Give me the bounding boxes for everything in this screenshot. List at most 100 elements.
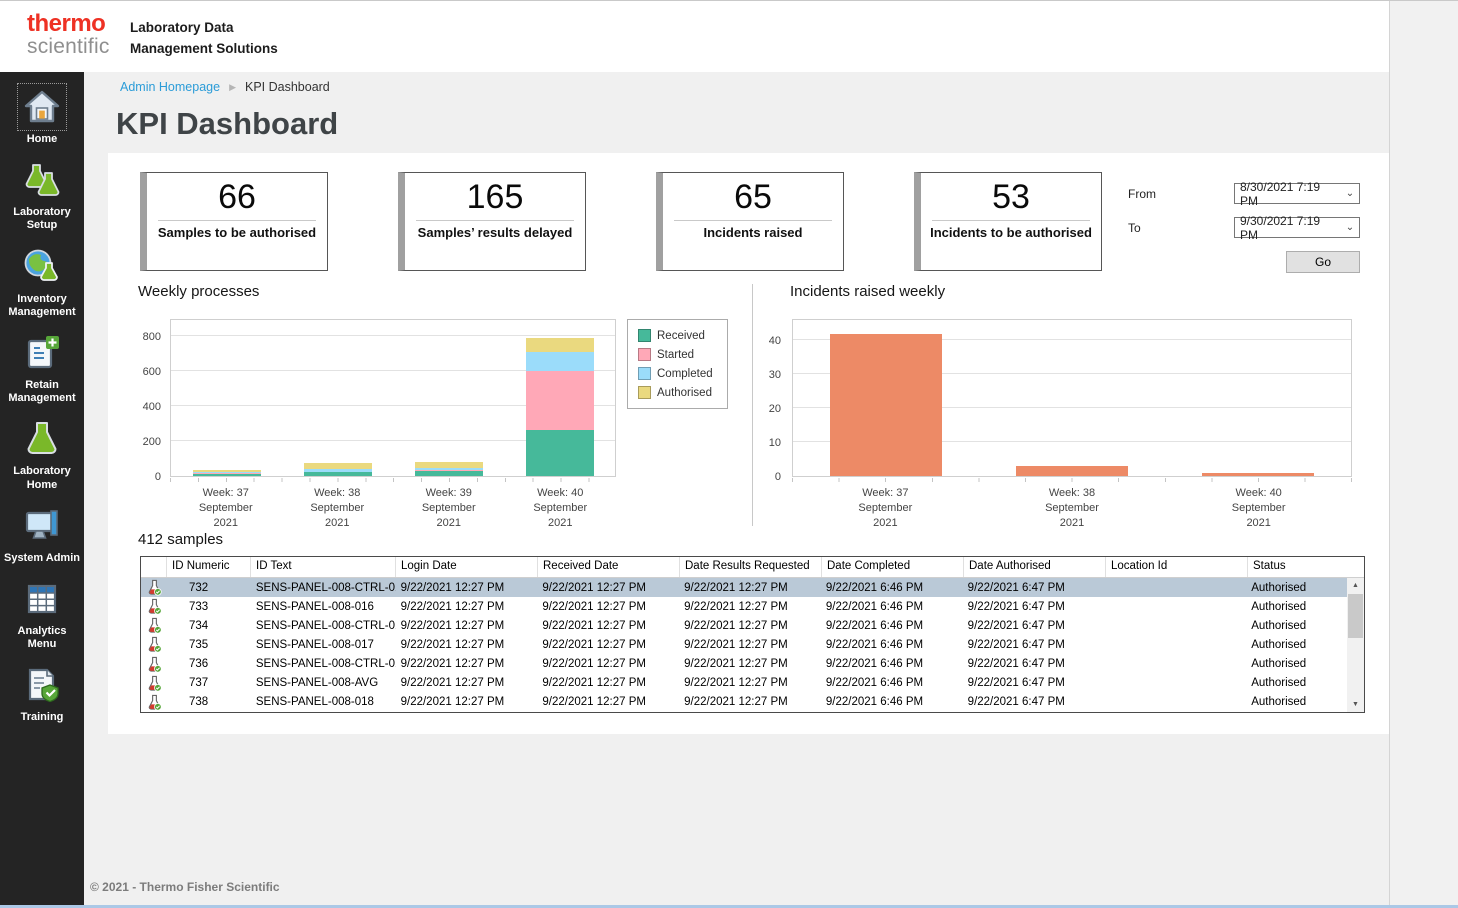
monitor-icon [22,506,62,546]
sidebar-item-laboratory-setup[interactable]: Laboratory Setup [0,158,84,232]
kpi-divider [674,220,832,221]
sample-flask-icon [147,579,162,596]
cell-date_results_requested: 9/22/2021 12:27 PM [679,639,821,651]
table-row[interactable]: 733SENS-PANEL-008-0169/22/2021 12:27 PM9… [141,597,1347,616]
cell-id_numeric: 736 [167,658,251,670]
cell-received_date: 9/22/2021 12:27 PM [537,620,679,632]
cell-date_authorised: 9/22/2021 6:47 PM [963,658,1105,670]
bar-week-40 [526,338,594,476]
cell-icon [141,675,167,692]
table-row[interactable]: 737SENS-PANEL-008-AVG9/22/2021 12:27 PM9… [141,674,1347,693]
cell-date_authorised: 9/22/2021 6:47 PM [963,677,1105,689]
scroll-down-icon[interactable]: ▼ [1347,697,1364,712]
column-header-login_date[interactable]: Login Date [396,557,538,577]
cell-icon [141,598,167,615]
sidebar-item-training[interactable]: Training [0,663,84,724]
kpi-label: Samples to be authorised [147,225,327,241]
cell-date_completed: 9/22/2021 6:46 PM [821,696,963,708]
cell-id_numeric: 734 [167,620,251,632]
kpi-divider [416,220,574,221]
weekly-processes-xlabels: Week: 37September2021Week: 38September20… [170,480,616,531]
date-filter: From 8/30/2021 7:19 PM ⌄ To 9/30/2021 7:… [1128,183,1360,273]
cell-date_completed: 9/22/2021 6:46 PM [821,639,963,651]
column-header-id_text[interactable]: ID Text [251,557,396,577]
sidebar-item-analytics-menu[interactable]: Analytics Menu [0,577,84,651]
cell-id_text: SENS-PANEL-008-018 [251,696,396,708]
kpi-value: 165 [405,178,585,217]
scrollbar-thumb[interactable] [1348,594,1363,638]
cell-received_date: 9/22/2021 12:27 PM [537,639,679,651]
app-title-line2: Management Solutions [130,39,278,60]
kpi-label: Incidents raised [663,225,843,241]
sidebar-item-label: Laboratory Home [0,465,84,491]
weekly-processes-yaxis: 0200400600800 [128,319,166,477]
cell-date_results_requested: 9/22/2021 12:27 PM [679,620,821,632]
sidebar-item-laboratory-home[interactable]: Laboratory Home [0,417,84,491]
cell-id_text: SENS-PANEL-008-CTRL-014 [251,620,396,632]
sample-flask-icon [147,675,162,692]
sidebar-item-home[interactable]: Home [0,85,84,146]
cell-date_authorised: 9/22/2021 6:47 PM [963,582,1105,594]
cell-icon [141,617,167,634]
vertical-scrollbar[interactable]: ▲ ▼ [1347,578,1364,712]
cell-icon [141,656,167,673]
breadcrumb: Admin Homepage ▶ KPI Dashboard [120,80,330,94]
cell-id_numeric: 732 [167,582,251,594]
incidents-weekly-yaxis: 010203040 [754,319,786,477]
table-row[interactable]: 732SENS-PANEL-008-CTRL-0139/22/2021 12:2… [141,578,1347,597]
sidebar-item-system-admin[interactable]: System Admin [0,504,84,565]
sidebar-item-retain-management[interactable]: Retain Management [0,331,84,405]
breadcrumb-admin-homepage[interactable]: Admin Homepage [120,80,220,94]
cell-date_authorised: 9/22/2021 6:47 PM [963,620,1105,632]
brand-thermo: thermo [27,12,110,36]
weekly-processes-title: Weekly processes [138,283,259,300]
table-row[interactable]: 738SENS-PANEL-008-0189/22/2021 12:27 PM9… [141,693,1347,712]
cell-date_completed: 9/22/2021 6:46 PM [821,658,963,670]
globe-flask-icon [22,247,62,287]
column-header-icon[interactable] [141,557,167,577]
cell-icon [141,579,167,596]
sidebar-item-inventory-management[interactable]: Inventory Management [0,245,84,319]
cell-status: Authorised [1246,620,1347,632]
column-header-location_id[interactable]: Location Id [1106,557,1248,577]
from-date-select[interactable]: 8/30/2021 7:19 PM ⌄ [1234,183,1360,204]
column-header-status[interactable]: Status [1248,557,1349,577]
column-header-date_completed[interactable]: Date Completed [822,557,964,577]
column-header-date_results_requested[interactable]: Date Results Requested [680,557,822,577]
kpi-card: 66 Samples to be authorised [140,172,328,271]
cell-received_date: 9/22/2021 12:27 PM [537,601,679,613]
sidebar-item-label: Retain Management [0,379,84,405]
table-grid-icon [22,579,62,619]
go-button[interactable]: Go [1286,251,1360,273]
scroll-up-icon[interactable]: ▲ [1347,578,1364,593]
cell-id_text: SENS-PANEL-008-016 [251,601,396,613]
table-row[interactable]: 734SENS-PANEL-008-CTRL-014 9/22/2021 12:2… [141,616,1347,635]
kpi-divider [932,220,1090,221]
sample-flask-icon [147,694,162,711]
kpi-row: 66 Samples to be authorised 165 Samples’… [140,172,1102,271]
table-row[interactable]: 735SENS-PANEL-008-0179/22/2021 12:27 PM9… [141,635,1347,654]
kpi-label: Incidents to be authorised [921,225,1101,241]
bar-week-37 [830,334,942,476]
samples-table-body: 732SENS-PANEL-008-CTRL-0139/22/2021 12:2… [141,578,1347,712]
column-header-id_numeric[interactable]: ID Numeric [167,557,251,577]
chart-legend: ReceivedStartedCompletedAuthorised [627,319,728,409]
kpi-value: 53 [921,178,1101,217]
cell-status: Authorised [1246,658,1347,670]
document-shield-icon [22,665,62,705]
cell-login_date: 9/22/2021 12:27 PM [396,658,538,670]
column-header-received_date[interactable]: Received Date [538,557,680,577]
cell-status: Authorised [1246,696,1347,708]
dashboard-panel: 66 Samples to be authorised 165 Samples’… [108,153,1389,734]
bar-week-38 [1016,466,1128,476]
to-date-select[interactable]: 9/30/2021 7:19 PM ⌄ [1234,217,1360,238]
table-row[interactable]: 736SENS-PANEL-008-CTRL-0159/22/2021 12:2… [141,655,1347,674]
weekly-processes-plot [170,319,616,477]
cell-status: Authorised [1246,639,1347,651]
copyright-footer: © 2021 - Thermo Fisher Scientific [90,880,280,894]
column-header-date_authorised[interactable]: Date Authorised [964,557,1106,577]
cell-login_date: 9/22/2021 12:27 PM [396,677,538,689]
kpi-label: Samples’ results delayed [405,225,585,241]
kpi-card: 53 Incidents to be authorised [914,172,1102,271]
cell-date_authorised: 9/22/2021 6:47 PM [963,601,1105,613]
